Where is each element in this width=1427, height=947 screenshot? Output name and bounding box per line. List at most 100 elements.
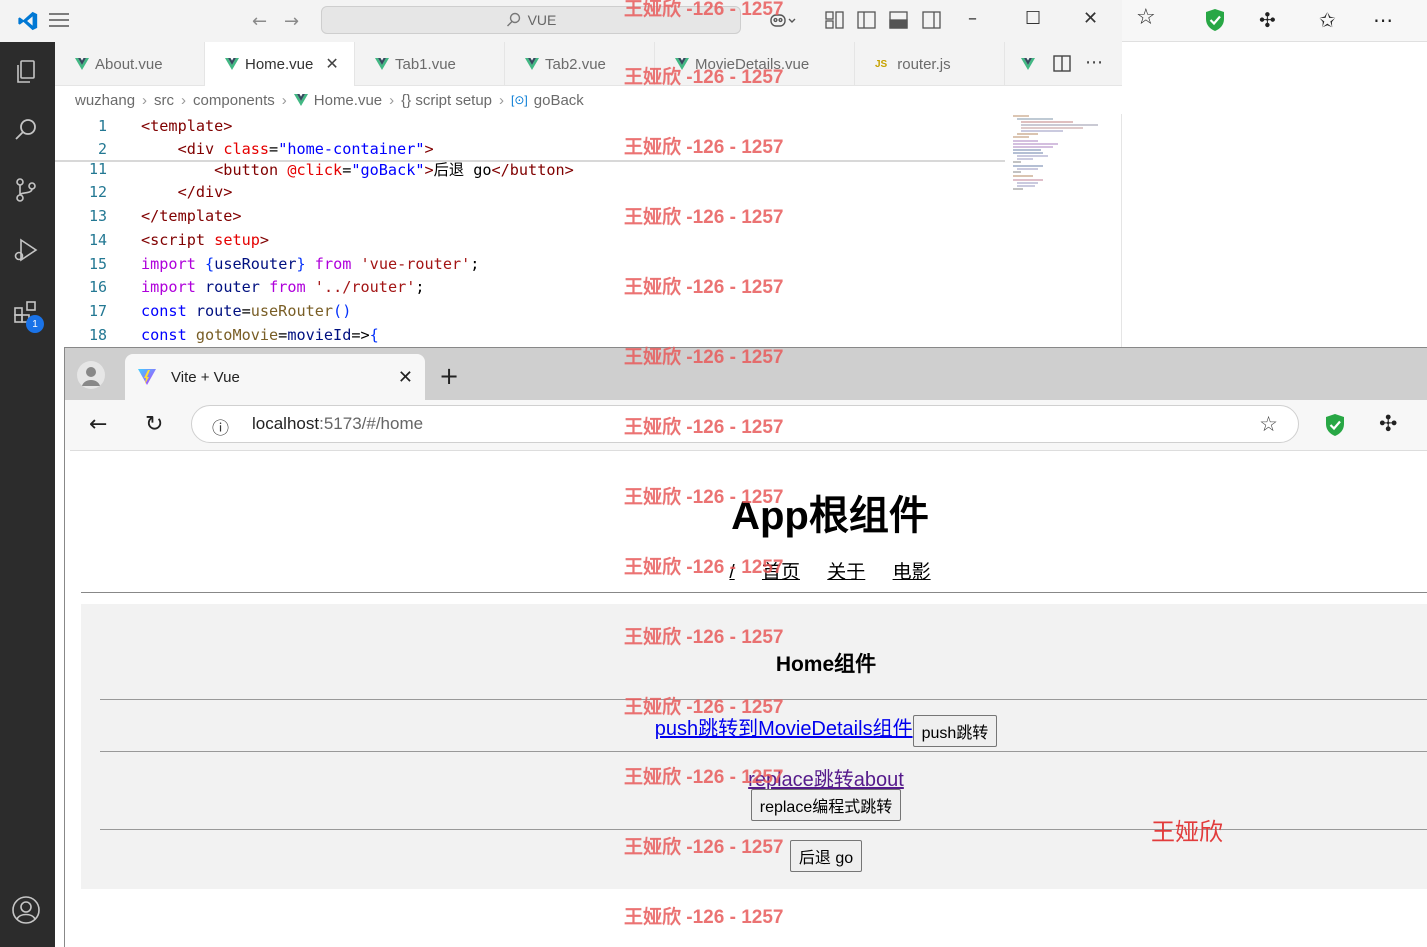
favorite-star-icon[interactable]: ☆	[1136, 5, 1156, 30]
background-browser-toolbar: ☆ ✣ ✩ ⋯	[1122, 0, 1427, 42]
chevron-right-icon: ›	[142, 91, 148, 109]
breadcrumb-item[interactable]: src	[154, 92, 174, 109]
replace-button-row: replace编程式跳转	[81, 789, 1427, 821]
home-container: Home组件 push跳转到MovieDetails组件 push跳转 repla…	[81, 604, 1427, 889]
explorer-icon[interactable]	[9, 55, 43, 89]
tab-overflow-vue[interactable]	[1005, 42, 1045, 86]
customize-layout-icon[interactable]	[825, 11, 845, 29]
favorites-list-icon[interactable]: ✩	[1319, 8, 1336, 32]
vue-icon	[675, 58, 689, 70]
browser-tab[interactable]: Vite + Vue ✕	[125, 354, 425, 400]
copilot-icon[interactable]	[769, 11, 796, 29]
browser-window: Vite + Vue ✕ + ← ↻ ⓘ localhost:5173/#/ho…	[64, 347, 1427, 947]
divider	[100, 751, 1427, 752]
divider	[81, 592, 1427, 593]
extensions-badge: 1	[26, 315, 44, 333]
tab-tab2-vue[interactable]: Tab2.vue	[505, 42, 655, 86]
split-editor-icon[interactable]	[1053, 55, 1071, 76]
code-text: </template>	[141, 206, 242, 225]
tab-moviedetails-vue[interactable]: MovieDetails.vue	[655, 42, 855, 86]
nav-link-root[interactable]: /	[729, 562, 734, 583]
back-arrow-icon[interactable]: ←	[89, 412, 107, 437]
js-file-icon: JS	[875, 58, 888, 70]
new-tab-icon[interactable]: +	[439, 362, 459, 390]
address-bar[interactable]: ⓘ localhost:5173/#/home ☆	[191, 405, 1299, 443]
breadcrumb-item[interactable]: {} script setup	[401, 92, 492, 109]
minimize-icon[interactable]: –	[968, 8, 977, 29]
run-debug-icon[interactable]	[9, 233, 43, 267]
symbol-variable-icon: [⊙]	[511, 93, 528, 107]
code-line: 13 </template>	[55, 204, 1055, 227]
breadcrumb: wuzhang › src › components › Home.vue › …	[55, 86, 1122, 114]
chevron-right-icon: ›	[389, 91, 395, 109]
code-text: <template>	[141, 116, 233, 135]
search-icon[interactable]	[9, 113, 43, 147]
url-host: localhost	[252, 414, 320, 433]
breadcrumb-item[interactable]: goBack	[534, 92, 584, 109]
breadcrumb-item[interactable]: components	[193, 92, 275, 109]
profile-avatar-icon[interactable]	[77, 361, 105, 389]
vscode-logo-icon	[0, 0, 55, 42]
toggle-panel-icon[interactable]	[889, 11, 909, 29]
menu-icon[interactable]	[49, 12, 69, 28]
site-info-icon[interactable]: ⓘ	[212, 414, 229, 439]
replace-link[interactable]: replace跳转about	[748, 769, 904, 791]
account-icon[interactable]	[9, 893, 43, 927]
code-text: <div class="home-container">	[177, 139, 434, 158]
source-control-icon[interactable]	[9, 173, 43, 207]
extensions-puzzle-icon[interactable]: ✣	[1379, 412, 1397, 437]
line-number: 13	[88, 206, 107, 225]
tab-about-vue[interactable]: About.vue	[55, 42, 205, 86]
refresh-icon[interactable]: ↻	[145, 412, 163, 437]
tab-label: MovieDetails.vue	[695, 55, 810, 73]
close-tab-icon[interactable]: ✕	[398, 367, 413, 388]
vue-icon	[375, 58, 389, 70]
close-window-icon[interactable]: ✕	[1083, 8, 1098, 29]
shield-extension-icon[interactable]	[1204, 8, 1226, 36]
back-arrow-icon[interactable]: ←	[252, 11, 267, 32]
favorite-star-icon[interactable]: ☆	[1259, 412, 1278, 437]
code-line: 17 const route=useRouter()	[55, 299, 1055, 322]
tab-tab1-vue[interactable]: Tab1.vue	[355, 42, 505, 86]
tab-router-js[interactable]: JS router.js	[855, 42, 1005, 86]
shield-extension-icon[interactable]	[1324, 413, 1346, 441]
extensions-puzzle-icon[interactable]: ✣	[1259, 8, 1276, 32]
code-line: 16 import router from '../router';	[55, 275, 1055, 298]
nav-link-about[interactable]: 关于	[827, 562, 865, 583]
chevron-right-icon: ›	[499, 91, 505, 109]
maximize-icon[interactable]: ☐	[1025, 8, 1041, 29]
push-button[interactable]: push跳转	[912, 714, 998, 747]
vue-icon	[75, 58, 89, 70]
line-number: 15	[88, 254, 107, 273]
forward-arrow-icon[interactable]: →	[284, 11, 299, 32]
toggle-secondary-sidebar-icon[interactable]	[922, 11, 942, 29]
code-text: <button @click="goBack">后退 go</button>	[214, 160, 574, 179]
vscode-title-bar: ← → VUE – ☐ ✕	[49, 0, 1122, 42]
nav-link-movie[interactable]: 电影	[893, 562, 931, 583]
more-options-icon[interactable]: ⋯	[1373, 8, 1393, 32]
breadcrumb-item[interactable]: wuzhang	[75, 92, 135, 109]
code-text: const route=useRouter()	[141, 301, 352, 320]
close-tab-icon[interactable]: ✕	[325, 54, 338, 74]
browser-tab-strip: Vite + Vue ✕ +	[65, 348, 1427, 400]
command-center-search[interactable]: VUE	[321, 6, 741, 34]
minimap[interactable]	[1013, 114, 1108, 204]
line-number: 16	[88, 277, 107, 296]
more-actions-icon[interactable]: ⋯	[1085, 52, 1103, 73]
line-number: 1	[97, 116, 107, 135]
toggle-sidebar-icon[interactable]	[857, 11, 877, 29]
replace-button[interactable]: replace编程式跳转	[750, 789, 902, 821]
push-link[interactable]: push跳转到MovieDetails组件	[655, 718, 913, 740]
breadcrumb-item[interactable]: Home.vue	[314, 92, 382, 109]
tab-home-vue[interactable]: Home.vue ✕	[205, 42, 355, 86]
back-go-button[interactable]: 后退 go	[789, 840, 863, 872]
vue-icon	[1021, 58, 1035, 70]
back-row: 后退 go	[81, 840, 1427, 872]
tab-label: router.js	[897, 55, 951, 73]
chevron-right-icon: ›	[181, 91, 187, 109]
nav-link-home[interactable]: 首页	[762, 562, 800, 583]
url-path: :5173/#/home	[319, 414, 424, 433]
search-icon	[506, 12, 520, 27]
code-line: 1 <template>	[55, 114, 1055, 137]
code-editor[interactable]: 1 <template> 2 <div class="home-containe…	[55, 114, 1122, 347]
